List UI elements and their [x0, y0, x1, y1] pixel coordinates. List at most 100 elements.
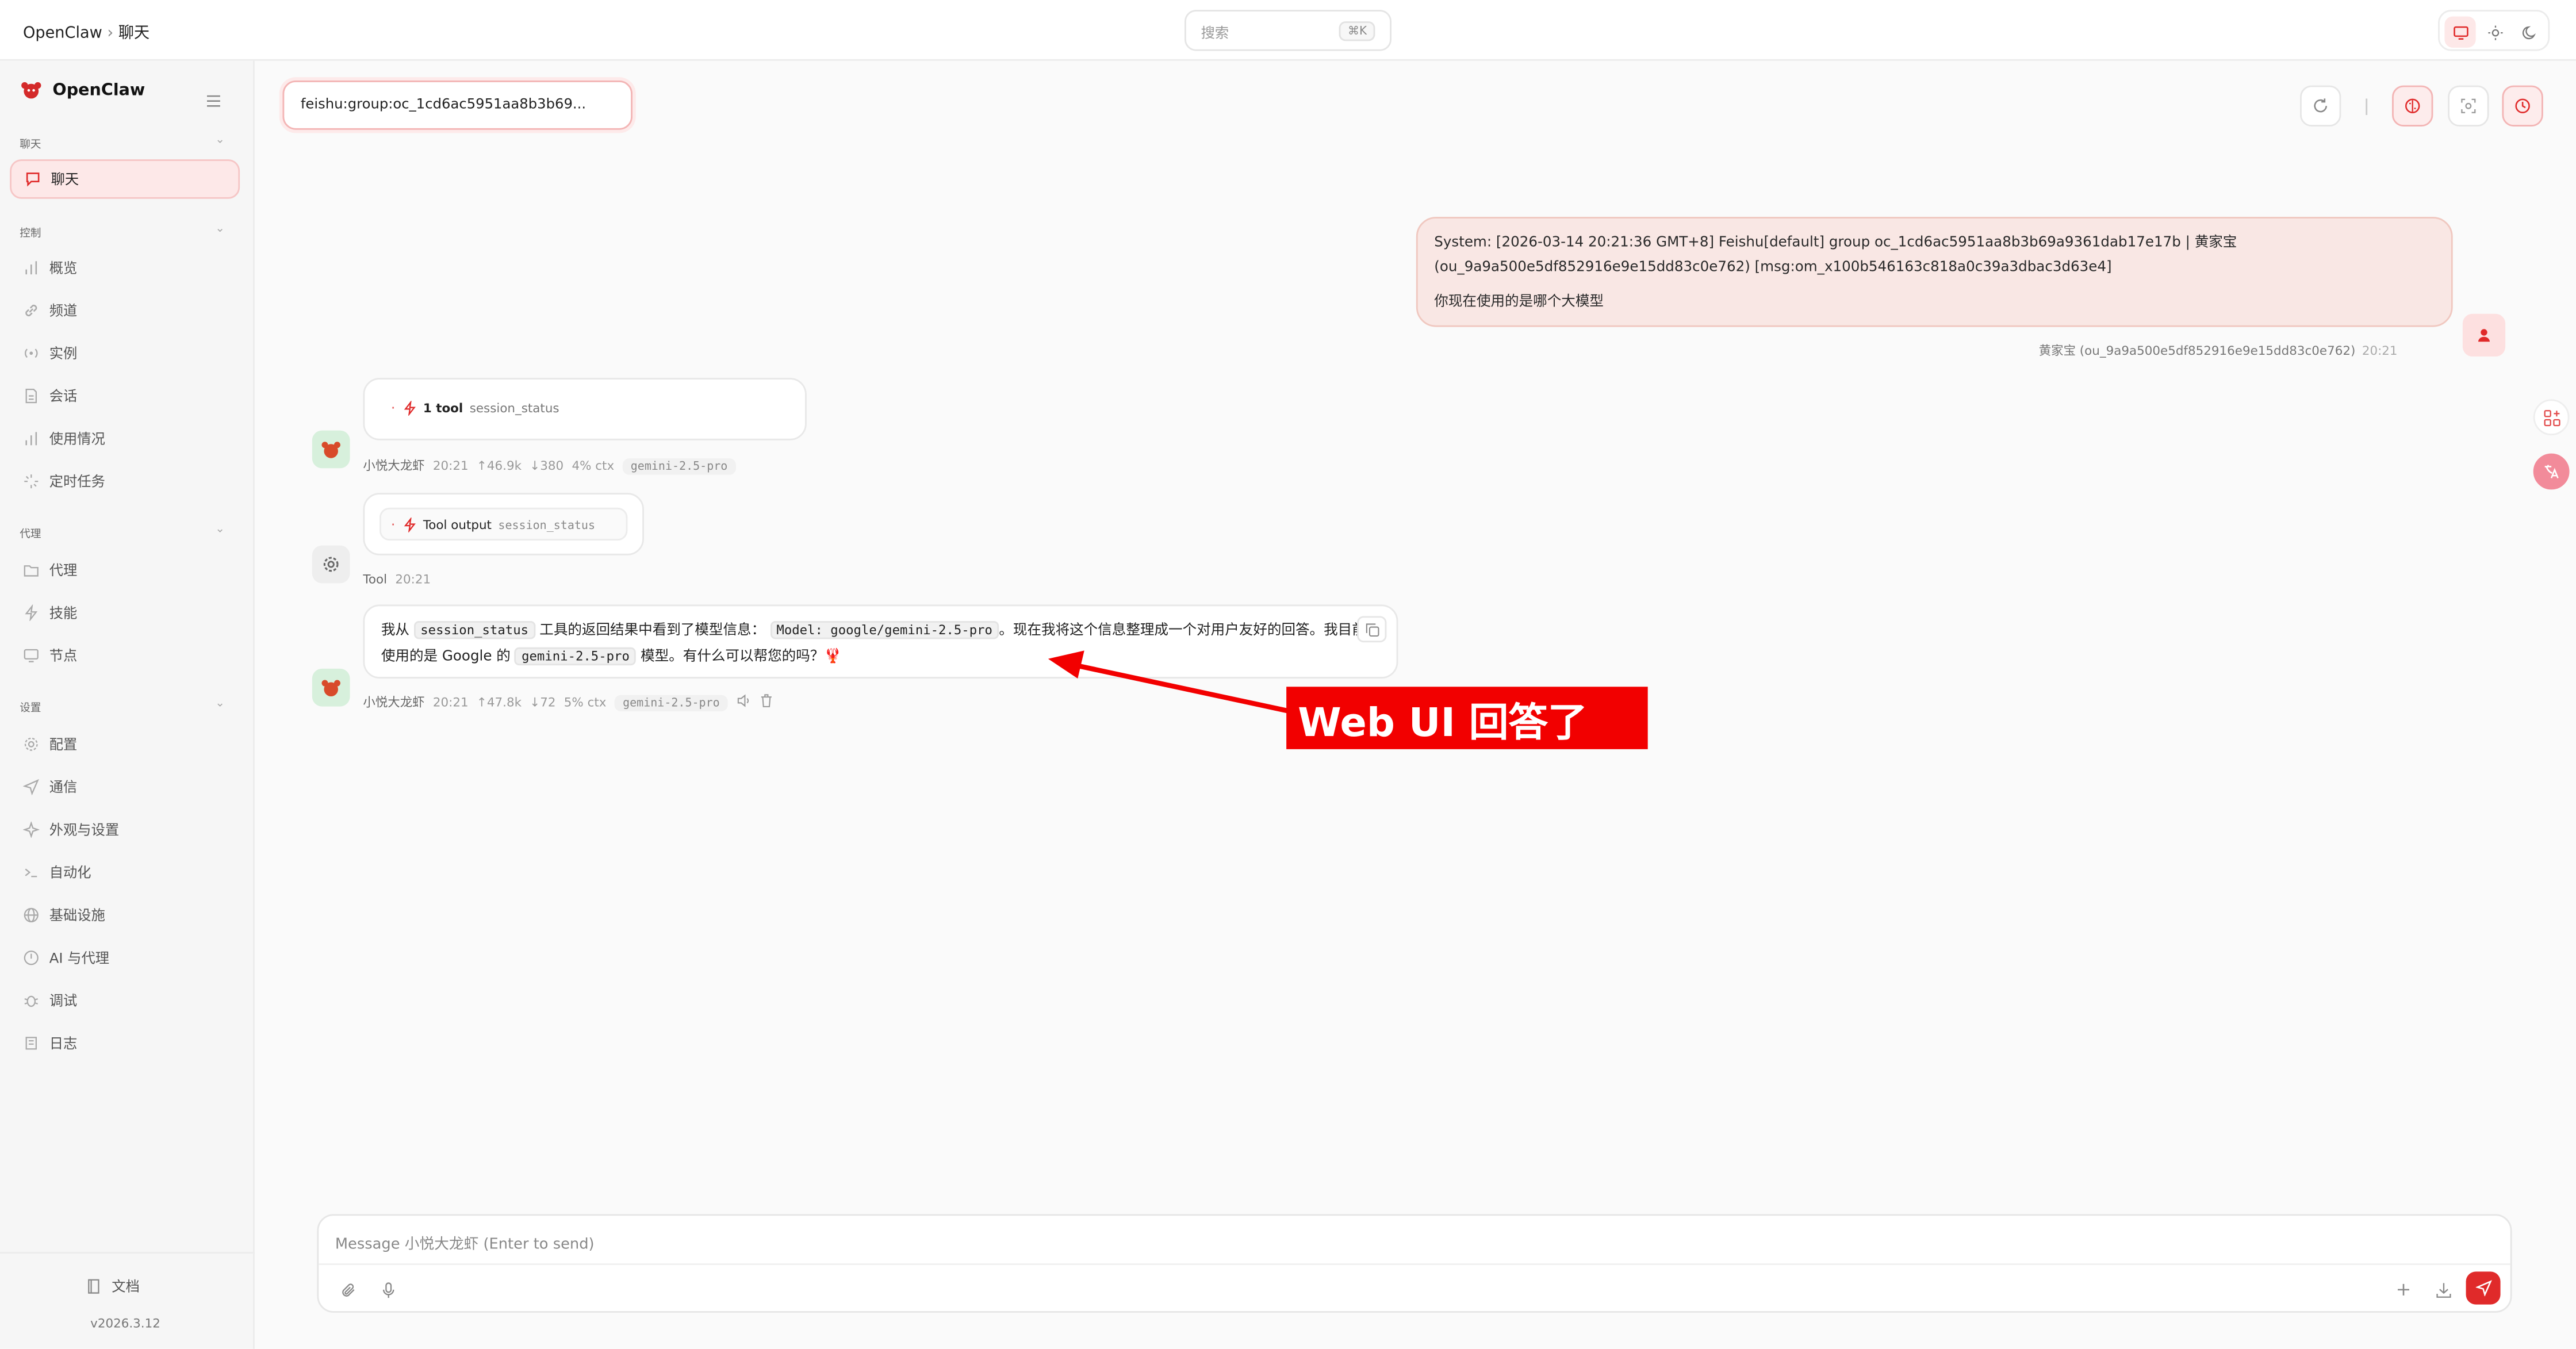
- refresh-icon: [2314, 98, 2327, 113]
- message-time: 20:21: [395, 572, 431, 587]
- voice-input-button[interactable]: [373, 1275, 402, 1304]
- delete-message-button[interactable]: [759, 693, 774, 711]
- sidebar-item-instances[interactable]: 实例: [10, 334, 240, 373]
- grid-plus-icon: [2543, 409, 2560, 426]
- sidebar-item-infra[interactable]: 基础设施: [10, 895, 240, 935]
- sidebar-item-config[interactable]: 配置: [10, 725, 240, 764]
- bar-chart-icon: [23, 431, 40, 447]
- sidebar-item-usage[interactable]: 使用情况: [10, 419, 240, 459]
- sidebar-item-label: 技能: [49, 606, 78, 623]
- focus-icon: [2461, 98, 2476, 113]
- section-chat-label: 聊天: [20, 138, 41, 151]
- sidebar-item-nodes[interactable]: 节点: [10, 636, 240, 676]
- monitor-icon: [2452, 25, 2468, 39]
- attach-button[interactable]: [334, 1275, 363, 1304]
- inline-code: Model: google/gemini-2.5-pro: [769, 621, 999, 639]
- bar-chart-icon: [23, 259, 40, 276]
- sidebar-toggle-button[interactable]: [205, 84, 222, 115]
- copy-icon: [1365, 622, 1379, 636]
- bullet-icon: ·: [391, 401, 396, 416]
- focus-mode-button[interactable]: [2448, 85, 2489, 127]
- sidebar-item-cron[interactable]: 定时任务: [10, 462, 240, 501]
- inline-code: session_status: [413, 621, 535, 639]
- translate-float-button[interactable]: [2533, 453, 2570, 490]
- export-button[interactable]: [2428, 1275, 2458, 1304]
- sidebar-item-channels[interactable]: 频道: [10, 291, 240, 331]
- chevron-down-icon[interactable]: ⌄: [215, 133, 225, 146]
- answer-text: 模型。有什么可以帮您的吗？🦞: [641, 649, 842, 666]
- send-button[interactable]: [2466, 1271, 2501, 1305]
- user-message-line: System: [2026-03-14 20:21:36 GMT+8] Feis…: [1434, 235, 2237, 252]
- tool-output-summary[interactable]: · Tool output session_status: [391, 518, 595, 532]
- sidebar-item-sessions[interactable]: 会话: [10, 376, 240, 416]
- tokens-up: ↑46.9k: [476, 458, 522, 473]
- section-settings-label: 设置: [20, 702, 41, 715]
- sidebar-item-debug[interactable]: 调试: [10, 981, 240, 1021]
- session-key: feishu:group:oc_1cd6ac5951aa8b3b69...: [300, 97, 586, 114]
- composer-placeholder: Message 小悦大龙虾 (Enter to send): [335, 1237, 595, 1254]
- sidebar-item-comms[interactable]: 通信: [10, 767, 240, 807]
- sidebar: OpenClaw 聊天 ⌄ 聊天 控制 ⌄ 概览 频道 实例 会话 使用情况 定…: [0, 60, 255, 1349]
- docs-link[interactable]: 文档: [86, 1277, 140, 1296]
- history-button[interactable]: [2502, 85, 2543, 127]
- tool-count: 1 tool: [423, 401, 463, 416]
- sparkle-icon: [23, 821, 40, 838]
- lightning-icon: [23, 604, 40, 621]
- tool-call-summary[interactable]: · 1 tool session_status: [391, 401, 559, 416]
- message-time: 20:21: [432, 695, 469, 710]
- tool-name: session_status: [469, 401, 559, 416]
- book-icon: [88, 1279, 99, 1294]
- loader-icon: [23, 473, 40, 490]
- user-question: 你现在使用的是哪个大模型: [1434, 294, 1604, 311]
- lightning-icon: [403, 401, 415, 416]
- monitor-icon: [23, 647, 40, 664]
- sidebar-item-label: 通信: [49, 780, 78, 797]
- search-input[interactable]: 搜索 ⌘K: [1184, 10, 1392, 51]
- sidebar-item-chat[interactable]: 聊天: [10, 159, 240, 199]
- sidebar-footer: 文档 v2026.3.12: [0, 1252, 255, 1349]
- sidebar-item-skills[interactable]: 技能: [10, 593, 240, 633]
- context-usage: 4% ctx: [572, 458, 615, 473]
- section-control-label: 控制: [20, 227, 41, 240]
- toolbar-divider: [2366, 98, 2368, 115]
- theme-light-button[interactable]: [2479, 17, 2510, 48]
- copy-message-button[interactable]: [1357, 616, 1387, 643]
- lobster-avatar-icon: [321, 680, 340, 697]
- brand[interactable]: OpenClaw: [20, 79, 145, 102]
- breadcrumb: OpenClaw › 聊天: [23, 20, 150, 43]
- search-placeholder: 搜索: [1201, 26, 1229, 43]
- globe-icon: [23, 907, 40, 923]
- message-composer[interactable]: Message 小悦大龙虾 (Enter to send): [317, 1214, 2512, 1313]
- section-agent-label: 代理: [20, 527, 41, 541]
- new-session-button[interactable]: [2389, 1275, 2418, 1304]
- chevron-down-icon[interactable]: ⌄: [215, 523, 225, 536]
- speaker-icon: [738, 694, 749, 707]
- breadcrumb-root[interactable]: OpenClaw: [23, 25, 102, 43]
- read-aloud-button[interactable]: [736, 693, 751, 711]
- theme-dark-button[interactable]: [2513, 17, 2544, 48]
- sidebar-item-label: 基础设施: [49, 909, 105, 925]
- sidebar-item-label: 日志: [49, 1036, 78, 1053]
- model-badge: gemini-2.5-pro: [614, 694, 728, 711]
- chevron-down-icon[interactable]: ⌄: [215, 222, 225, 235]
- folder-icon: [23, 562, 40, 578]
- link-icon: [23, 302, 40, 319]
- thinking-toggle-button[interactable]: [2392, 85, 2433, 127]
- sidebar-item-logs[interactable]: 日志: [10, 1024, 240, 1063]
- theme-system-button[interactable]: [2444, 16, 2476, 48]
- apps-float-button[interactable]: [2533, 399, 2570, 436]
- sidebar-item-appearance[interactable]: 外观与设置: [10, 810, 240, 850]
- lobster-avatar-icon: [321, 442, 340, 458]
- sidebar-item-label: 节点: [49, 649, 78, 666]
- refresh-button[interactable]: [2300, 85, 2341, 127]
- sidebar-item-overview[interactable]: 概览: [10, 248, 240, 288]
- sidebar-item-label: 频道: [49, 304, 78, 321]
- scroll-icon: [23, 1035, 40, 1052]
- microphone-icon: [382, 1281, 394, 1297]
- clock-icon: [2515, 98, 2530, 113]
- sidebar-item-automation[interactable]: 自动化: [10, 853, 240, 892]
- sidebar-item-ai-agents[interactable]: AI 与代理: [10, 938, 240, 978]
- sidebar-item-agents[interactable]: 代理: [10, 550, 240, 590]
- session-selector[interactable]: feishu:group:oc_1cd6ac5951aa8b3b69...: [282, 81, 632, 130]
- chevron-down-icon[interactable]: ⌄: [215, 696, 225, 710]
